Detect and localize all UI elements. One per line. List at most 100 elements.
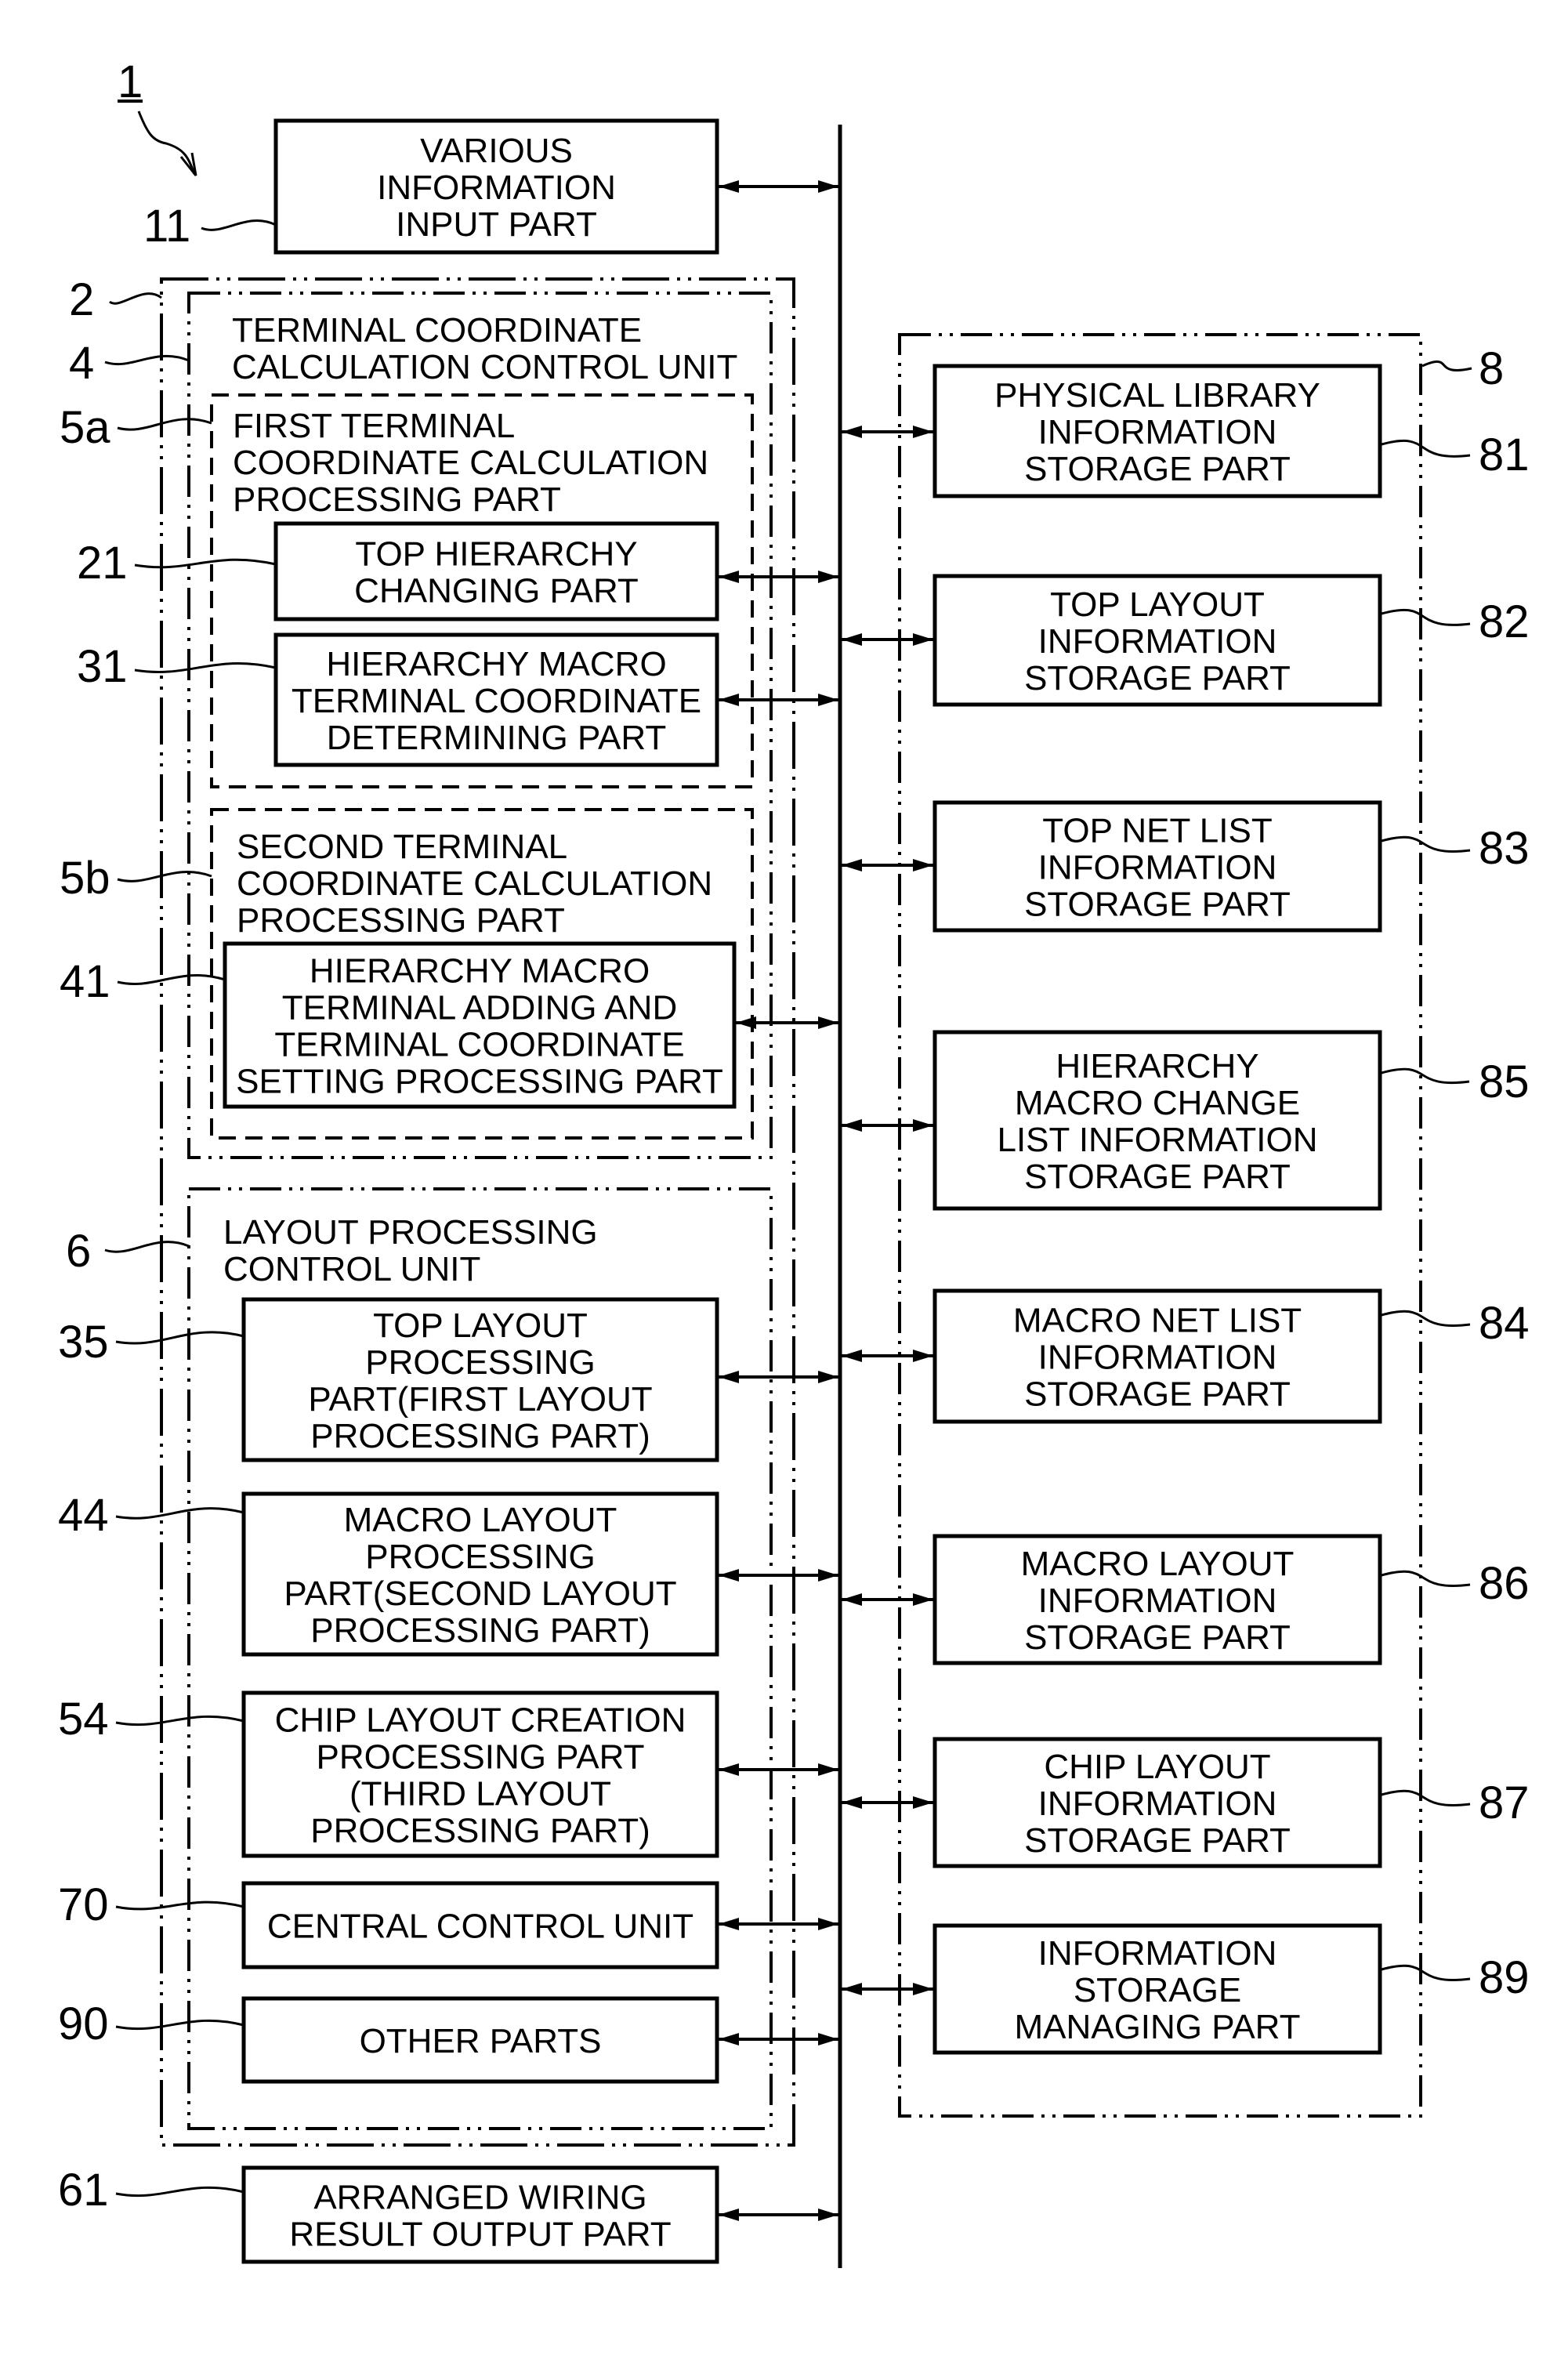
block-label-line: (THIRD LAYOUT [349,1775,611,1814]
block-label-line: MANAGING PART [1014,2008,1300,2046]
block-label-line: INFORMATION [1038,1934,1277,1973]
block-label-line: HIERARCHY MACRO [326,645,666,683]
block-label-line: STORAGE PART [1024,1375,1291,1414]
block-82[interactable]: TOP LAYOUTINFORMATIONSTORAGE PART [932,574,1382,707]
reference-numeral: 82 [1479,596,1530,647]
block-label-line: STORAGE PART [1024,1821,1291,1860]
reference-numeral: 2 [69,274,94,325]
reference-numeral: 31 [77,641,128,692]
block-44[interactable]: MACRO LAYOUTPROCESSINGPART(SECOND LAYOUT… [241,1491,719,1657]
block-label-line: HIERARCHY MACRO [310,952,650,991]
block-label-line: TOP LAYOUT [1050,585,1265,624]
block-31[interactable]: HIERARCHY MACROTERMINAL COORDINATEDETERM… [273,632,719,767]
reference-numeral: 90 [58,1998,109,2049]
group-title-line: CALCULATION CONTROL UNIT [232,348,737,386]
block-label-line: INFORMATION [1038,413,1277,451]
block-label-line: STORAGE PART [1024,1158,1291,1196]
block-label-line: TERMINAL COORDINATE [292,682,701,720]
reference-numeral: 89 [1479,1952,1530,2003]
block-label-line: PROCESSING PART) [310,1417,650,1455]
reference-numeral: 41 [60,956,110,1007]
block-label-line: CHANGING PART [354,572,639,611]
block-label-line: MACRO LAYOUT [344,1501,617,1539]
group-title-line: COORDINATE CALCULATION [237,864,712,903]
reference-numeral: 21 [77,538,128,589]
block-label-line: INPUT PART [396,205,597,244]
block-84[interactable]: MACRO NET LISTINFORMATIONSTORAGE PART [932,1288,1382,1424]
block-label-line: TOP LAYOUT [373,1306,588,1345]
reference-numeral: 5a [60,402,110,453]
block-label-line: CHIP LAYOUT CREATION [275,1701,686,1740]
reference-numeral: 11 [143,201,190,252]
block-90[interactable]: OTHER PARTS [241,1996,719,2084]
block-54[interactable]: CHIP LAYOUT CREATIONPROCESSING PART(THIR… [241,1690,719,1858]
block-label-line: OTHER PARTS [360,2022,602,2060]
block-86[interactable]: MACRO LAYOUTINFORMATIONSTORAGE PART [932,1534,1382,1665]
block-label-line: DETERMINING PART [327,719,667,757]
reference-numeral: 81 [1479,429,1530,480]
block-85[interactable]: HIERARCHYMACRO CHANGELIST INFORMATIONSTO… [932,1030,1382,1211]
block-label-line: ARRANGED WIRING [313,2179,646,2217]
reference-numeral: 83 [1479,823,1530,874]
block-label-line: STORAGE [1074,1971,1241,2009]
block-label-line: LIST INFORMATION [997,1121,1317,1159]
block-11[interactable]: VARIOUSINFORMATIONINPUT PART [273,118,719,255]
block-label-line: PART(FIRST LAYOUT [308,1380,652,1419]
group-title-line: FIRST TERMINAL [233,407,515,445]
block-label-line: STORAGE PART [1024,450,1291,488]
block-label-line: STORAGE PART [1024,886,1291,924]
block-label-line: CHIP LAYOUT [1044,1748,1270,1786]
block-label-line: HIERARCHY [1056,1047,1258,1085]
block-label-line: TOP HIERARCHY [355,535,637,574]
block-label-line: MACRO NET LIST [1013,1302,1302,1340]
block-81[interactable]: PHYSICAL LIBRARYINFORMATIONSTORAGE PART [932,364,1382,498]
block-label-line: INFORMATION [1038,622,1277,661]
block-label-line: INFORMATION [377,168,616,207]
reference-numeral: 54 [58,1694,109,1745]
group-title-line: CONTROL UNIT [223,1250,480,1288]
group-title-line: PROCESSING PART [237,901,565,940]
block-label-line: PROCESSING [365,1343,595,1382]
block-label-line: SETTING PROCESSING PART [236,1063,723,1101]
block-label-line: INFORMATION [1038,1582,1277,1620]
reference-numeral: 6 [66,1226,91,1277]
block-70[interactable]: CENTRAL CONTROL UNIT [241,1881,719,1969]
reference-numeral: 86 [1479,1558,1530,1609]
block-label-line: PROCESSING [365,1538,595,1576]
block-label-line: INFORMATION [1038,1785,1277,1823]
block-label-line: PROCESSING PART) [310,1611,650,1650]
reference-numeral: 4 [69,338,94,389]
block-label-line: MACRO LAYOUT [1021,1545,1295,1583]
block-61[interactable]: ARRANGED WIRINGRESULT OUTPUT PART [241,2165,719,2264]
block-label-line: STORAGE PART [1024,659,1291,698]
block-label-line: VARIOUS [420,132,573,170]
block-83[interactable]: TOP NET LISTINFORMATIONSTORAGE PART [932,800,1382,933]
block-label-line: CENTRAL CONTROL UNIT [267,1908,693,1946]
block-label-line: STORAGE PART [1024,1618,1291,1657]
block-label-line: TERMINAL ADDING AND [282,989,677,1027]
reference-numeral: 70 [58,1879,109,1930]
block-label-line: INFORMATION [1038,849,1277,887]
reference-numeral: 61 [58,2165,109,2216]
block-21[interactable]: TOP HIERARCHYCHANGING PART [273,521,719,621]
reference-numeral: 8 [1479,343,1504,394]
reference-numeral: 5b [60,853,110,904]
group-title-line: SECOND TERMINAL [237,828,567,866]
block-89[interactable]: INFORMATIONSTORAGEMANAGING PART [932,1923,1382,2055]
reference-numeral: 35 [58,1317,109,1368]
group-title-line: COORDINATE CALCULATION [233,444,708,482]
block-label-line: PHYSICAL LIBRARY [994,376,1320,415]
block-label-line: INFORMATION [1038,1339,1277,1377]
group-title-line: TERMINAL COORDINATE [232,311,642,350]
reference-numeral: 87 [1479,1777,1530,1828]
block-label-line: PROCESSING PART [317,1738,645,1777]
block-label-line: TOP NET LIST [1042,812,1272,850]
block-87[interactable]: CHIP LAYOUTINFORMATIONSTORAGE PART [932,1737,1382,1868]
reference-numeral: 84 [1479,1298,1530,1349]
block-41[interactable]: HIERARCHY MACROTERMINAL ADDING ANDTERMIN… [223,941,737,1109]
group-title-line: LAYOUT PROCESSING [223,1213,598,1252]
block-label-line: PROCESSING PART) [310,1812,650,1850]
block-label-line: MACRO CHANGE [1015,1084,1300,1122]
block-label-line: RESULT OUTPUT PART [289,2216,671,2254]
block-35[interactable]: TOP LAYOUTPROCESSINGPART(FIRST LAYOUTPRO… [241,1297,719,1462]
